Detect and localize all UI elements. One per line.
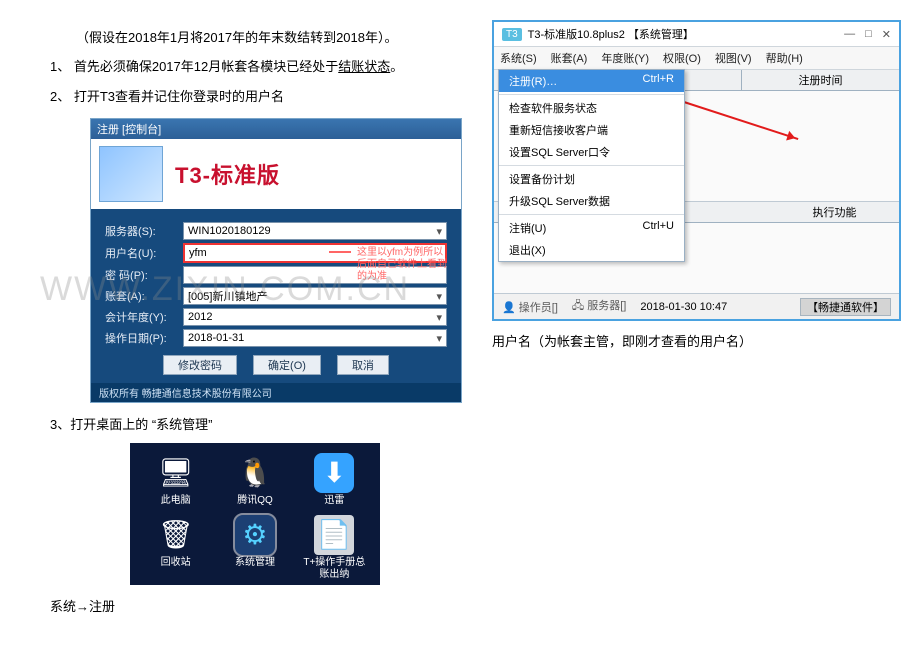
menu-item-logout[interactable]: 注销(U) Ctrl+U (499, 217, 684, 239)
login-dialog: 注册 [控制台] T3-标准版 服务器(S): WIN1020180129 用户… (90, 118, 462, 403)
dropdown-shortcut: Ctrl+R (643, 73, 674, 89)
status-operator: 操作员[] (502, 299, 558, 315)
label-book: 账套(A): (105, 288, 177, 304)
recycle-icon (156, 515, 196, 555)
pc-icon (156, 453, 196, 493)
func-header: 执行功能 (770, 202, 899, 222)
close-icon[interactable]: ✕ (882, 28, 891, 41)
dropdown-label: 重新短信接收客户端 (509, 122, 608, 138)
menu-yearbook[interactable]: 年度账(Y) (601, 50, 649, 66)
year-field[interactable]: 2012 (183, 308, 447, 326)
server-field[interactable]: WIN1020180129 (183, 222, 447, 240)
icon-label: 腾讯QQ (237, 495, 273, 507)
assumption-text: （假设在2018年1月将2017年的年末数结转到2018年）。 (50, 26, 462, 49)
minimize-icon[interactable]: — (844, 28, 855, 41)
book-field[interactable]: [005]新川镇地产 (183, 287, 447, 305)
modify-password-button[interactable]: 修改密码 (163, 355, 237, 375)
login-titlebar: 注册 [控制台] (91, 119, 461, 139)
menu-separator (499, 214, 684, 215)
document-icon (314, 515, 354, 555)
menu-separator (499, 165, 684, 166)
dropdown-label: 注册(R)… (509, 73, 557, 89)
menu-item-check-service[interactable]: 检查软件服务状态 (499, 97, 684, 119)
cancel-button[interactable]: 取消 (337, 355, 389, 375)
maximize-icon[interactable]: □ (865, 28, 872, 41)
label-server: 服务器(S): (105, 223, 177, 239)
menu-item-backup-plan[interactable]: 设置备份计划 (499, 168, 684, 190)
ok-button[interactable]: 确定(O) (253, 355, 321, 375)
menu-item-sql-pwd[interactable]: 设置SQL Server口令 (499, 141, 684, 163)
icon-label: 此电脑 (161, 495, 191, 507)
desktop-icon-manual[interactable]: T+操作手册总账出纳 (299, 515, 370, 581)
dropdown-label: 退出(X) (509, 242, 546, 258)
menu-accountset[interactable]: 账套(A) (551, 50, 588, 66)
label-pwd: 密 码(P): (105, 267, 177, 283)
icon-label: T+操作手册总账出纳 (299, 557, 370, 581)
xunlei-icon (314, 453, 354, 493)
system-menu-dropdown: 注册(R)… Ctrl+R 检查软件服务状态 重新短信接收客户端 设置SQL S… (498, 69, 685, 262)
menu-permission[interactable]: 权限(O) (663, 50, 701, 66)
desktop-icon-xunlei[interactable]: 迅雷 (299, 453, 370, 507)
username-callout: 这里以yfm为例所以后面自己软件上看到的为准 (357, 247, 447, 283)
step-1: 1、 首先必须确保2017年12月帐套各模块已经处于结账状态。 (50, 55, 462, 78)
step1-emphasis: 结账状态 (338, 59, 390, 74)
login-banner-graphic (99, 146, 163, 202)
menu-item-register[interactable]: 注册(R)… Ctrl+R (499, 70, 684, 92)
header-regtime: 注册时间 (742, 70, 899, 90)
status-vendor: 【畅捷通软件】 (800, 298, 891, 316)
menu-help[interactable]: 帮助(H) (766, 50, 803, 66)
menu-separator (499, 94, 684, 95)
statusbar: 操作员[] 服务器[] 2018-01-30 10:47 【畅捷通软件】 (494, 293, 899, 319)
right-caption: 用户名（为帐套主管，即刚才查看的用户名） (492, 331, 901, 350)
admin-titlebar: T3 T3-标准版10.8plus2 【系统管理】 — □ ✕ (494, 22, 899, 47)
step-3: 3、打开桌面上的 “系统管理” (50, 413, 462, 436)
step-2: 2、 打开T3查看并记住你登录时的用户名 (50, 85, 462, 108)
dropdown-label: 设置SQL Server口令 (509, 144, 610, 160)
admin-window: T3 T3-标准版10.8plus2 【系统管理】 — □ ✕ 系统(S) 账套… (492, 20, 901, 321)
callout-arrow (684, 101, 799, 140)
dropdown-label: 升级SQL Server数据 (509, 193, 610, 209)
menu-view[interactable]: 视图(V) (715, 50, 752, 66)
t3-badge-icon: T3 (502, 28, 522, 41)
login-banner-title: T3-标准版 (175, 158, 280, 190)
dropdown-label: 设置备份计划 (509, 171, 575, 187)
desktop-icon-pc[interactable]: 此电脑 (140, 453, 211, 507)
step1-tail: 。 (390, 59, 403, 74)
step-4: 系统→注册 (50, 595, 462, 618)
dropdown-shortcut: Ctrl+U (643, 220, 674, 236)
date-field[interactable]: 2018-01-31 (183, 329, 447, 347)
menu-item-upgrade-sql[interactable]: 升级SQL Server数据 (499, 190, 684, 212)
icon-label: 迅雷 (324, 495, 344, 507)
icon-label: 系统管理 (235, 557, 275, 569)
status-time: 2018-01-30 10:47 (640, 301, 727, 313)
icon-label: 回收站 (161, 557, 191, 569)
step1-text: 首先必须确保2017年12月帐套各模块已经处于 (74, 59, 338, 74)
dropdown-label: 检查软件服务状态 (509, 100, 597, 116)
desktop-icons: 此电脑 腾讯QQ 迅雷 回收站 系统管理 T+操作手册总账出纳 (130, 443, 380, 585)
label-date: 操作日期(P): (105, 330, 177, 346)
admin-title: T3-标准版10.8plus2 【系统管理】 (528, 26, 694, 42)
login-footer: 版权所有 畅捷通信息技术股份有限公司 (91, 383, 461, 402)
status-server: 服务器[] (572, 297, 626, 316)
menubar: 系统(S) 账套(A) 年度账(Y) 权限(O) 视图(V) 帮助(H) 注册(… (494, 47, 899, 70)
desktop-icon-sysadmin[interactable]: 系统管理 (219, 515, 290, 581)
label-year: 会计年度(Y): (105, 309, 177, 325)
dropdown-label: 注销(U) (509, 220, 546, 236)
gear-icon (235, 515, 275, 555)
desktop-icon-qq[interactable]: 腾讯QQ (219, 453, 290, 507)
desktop-icon-recycle[interactable]: 回收站 (140, 515, 211, 581)
qq-icon (235, 453, 275, 493)
step2-text: 打开T3查看并记住你登录时的用户名 (74, 89, 284, 104)
menu-system[interactable]: 系统(S) (500, 50, 537, 66)
label-user: 用户名(U): (105, 245, 177, 261)
menu-item-sms-client[interactable]: 重新短信接收客户端 (499, 119, 684, 141)
menu-item-exit[interactable]: 退出(X) (499, 239, 684, 261)
